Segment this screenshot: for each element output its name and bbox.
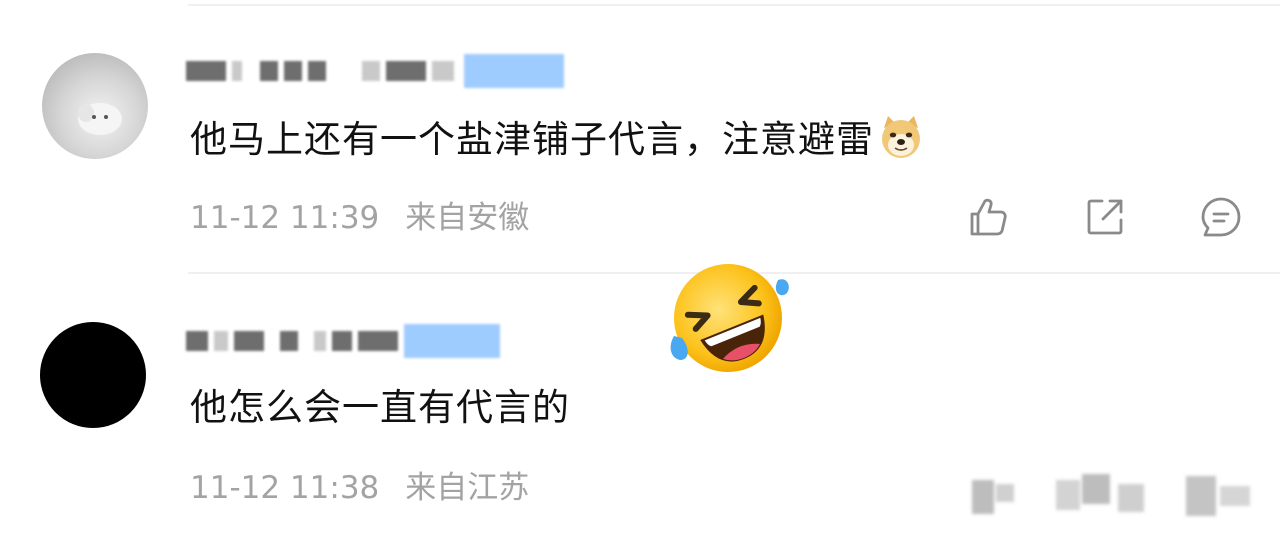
user-badge-obscured bbox=[404, 324, 500, 358]
comment-location: 来自安徽 bbox=[405, 200, 530, 236]
like-button[interactable] bbox=[964, 194, 1010, 240]
comment-time: 11-12 11:39 bbox=[190, 200, 380, 236]
share-icon bbox=[1087, 199, 1123, 235]
actions-obscured bbox=[968, 466, 1280, 520]
user-badge-obscured bbox=[464, 54, 564, 88]
comment-text: 他怎么会一直有代言的 bbox=[190, 384, 570, 432]
username-obscured[interactable] bbox=[186, 322, 500, 360]
comment-text: 他马上还有一个盐津铺子代言，注意避雷 bbox=[190, 114, 924, 164]
share-button[interactable] bbox=[1082, 194, 1128, 240]
avatar[interactable] bbox=[40, 322, 146, 428]
like-icon bbox=[970, 198, 1007, 236]
comment-meta: 11-12 11:38 来自江苏 bbox=[190, 468, 529, 508]
avatar[interactable] bbox=[42, 53, 148, 159]
comment-location: 来自江苏 bbox=[405, 470, 530, 506]
comment-time: 11-12 11:38 bbox=[190, 470, 380, 506]
doge-emoji-icon bbox=[882, 116, 920, 158]
comment-meta: 11-12 11:39 来自安徽 bbox=[190, 198, 529, 238]
comment-text-content: 他怎么会一直有代言的 bbox=[190, 386, 570, 429]
comment-text-content: 他马上还有一个盐津铺子代言，注意避雷 bbox=[190, 118, 874, 161]
top-divider bbox=[188, 4, 1280, 6]
reply-button[interactable] bbox=[1198, 194, 1244, 240]
username-obscured[interactable] bbox=[186, 52, 564, 90]
avatar-image bbox=[78, 103, 122, 135]
reply-icon bbox=[1201, 197, 1241, 237]
rolling-on-floor-laughing-emoji-icon bbox=[670, 264, 789, 372]
